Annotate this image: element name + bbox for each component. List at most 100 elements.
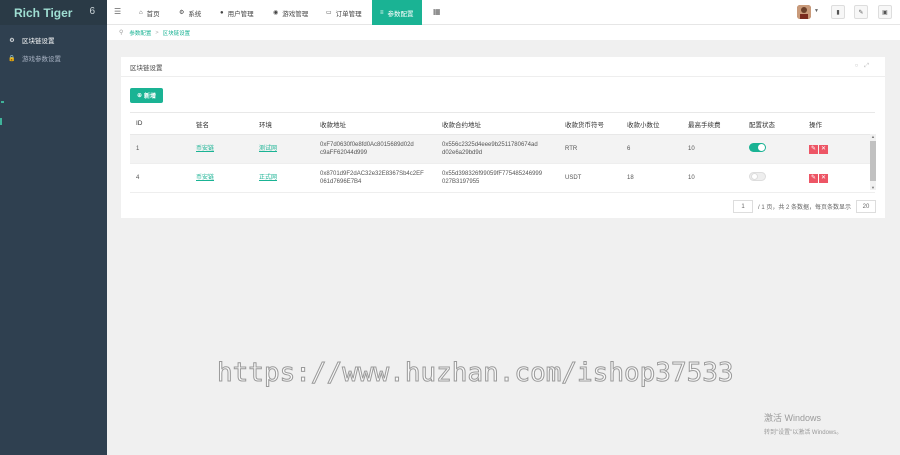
sidebar-item-label: 游戏参数设置 (22, 56, 61, 63)
menu-icon[interactable]: ☰ (114, 7, 122, 17)
column-header[interactable]: 配置状态 (743, 112, 803, 135)
user-icon: ● (220, 9, 224, 16)
cell-decimals: 6 (621, 134, 682, 164)
close-icon: ✕ (820, 174, 827, 181)
sliders-icon: ≡ (380, 9, 384, 16)
env-link[interactable]: 正式网 (259, 175, 277, 181)
gamepad-icon: ◉ (273, 10, 279, 16)
cell-actions: ✎ ✕ (803, 134, 875, 164)
card-header: 区块链设置 ○⤢ (121, 57, 885, 77)
screen-icon: ▣ (882, 9, 888, 16)
column-header[interactable]: 最高手续费 (682, 112, 743, 135)
edit-button[interactable]: ✎ (809, 173, 818, 183)
contract-part: 027B3197955 (442, 179, 480, 185)
nav-label: 首页 (146, 10, 160, 18)
nav-item-home[interactable]: ⌂ 首页 (139, 0, 160, 25)
cell-status (743, 163, 803, 193)
env-link[interactable]: 测试网 (259, 146, 277, 152)
nav-label: 订单管理 (335, 10, 362, 18)
nav-item-games[interactable]: ◉ 游戏管理 (273, 0, 308, 25)
pencil-icon: ✎ (810, 145, 817, 152)
cell-fee: 10 (682, 134, 743, 164)
card-title: 区块链设置 (130, 64, 163, 72)
chain-link[interactable]: 币安链 (196, 146, 214, 152)
screen-button[interactable]: ▣ (878, 5, 892, 19)
home-icon: ⌂ (139, 9, 143, 16)
contract-part: d02e6a29bd9d (442, 150, 483, 156)
nav-item-orders[interactable]: ▭ 订单管理 (326, 0, 362, 25)
column-header[interactable]: 收款合约地址 (436, 112, 559, 135)
add-label: 新增 (144, 94, 157, 100)
edit-icon: ✎ (858, 9, 864, 16)
delete-button[interactable]: ✕ (819, 173, 828, 183)
fullscreen-icon[interactable]: ⤢ (864, 63, 875, 69)
page-input[interactable]: 1 (732, 200, 753, 213)
table-header-row: ID 链名 环境 收款地址 收款合约地址 收款货币符号 收款小数位 最高手续费 … (130, 112, 875, 135)
sidebar-item-blockchain[interactable]: ⚙ 区块链设置 (0, 31, 107, 49)
trash-button[interactable]: ▮ (831, 5, 845, 19)
nav-item-params[interactable]: ≡ 参数配置 (372, 0, 422, 25)
cell-address: 0xF7d0630f0e8fd0Ac8015689d02d c9aFF62044d… (314, 134, 436, 164)
scroll-down-icon[interactable]: ▼ (870, 185, 876, 190)
nav-item-system[interactable]: ⚙ 系统 (179, 0, 201, 25)
pagination: 1 / 1 页，共 2 条数据，每页条数显示 20 (732, 200, 876, 213)
address-part: c9aFF62044d999 (320, 150, 368, 156)
cell-symbol: USDT (559, 163, 621, 193)
nav-item-users[interactable]: ● 用户管理 (220, 0, 254, 25)
gear-icon: ⚙ (9, 37, 15, 44)
location-icon: ⚲ (119, 30, 124, 36)
edit-button[interactable]: ✎ (809, 144, 818, 154)
avatar[interactable] (797, 5, 811, 19)
sidebar-item-label: 区块链设置 (22, 38, 55, 45)
cell-id: 4 (130, 163, 190, 193)
page-size-input[interactable]: 20 (856, 200, 876, 213)
table-row[interactable]: 4 币安链 正式网 0x8701d9F2dAC32e32E8367Sb4c2EF… (130, 163, 875, 193)
column-header[interactable]: 收款地址 (314, 112, 436, 135)
sidebar: Rich Tiger 6 ⚙ 区块链设置 🔒 游戏参数设置 (0, 0, 107, 455)
table-scrollbar[interactable]: ▲ ▼ (870, 134, 876, 190)
cell-id: 1 (130, 134, 190, 164)
status-toggle[interactable] (749, 172, 766, 181)
refresh-icon[interactable]: ○ (855, 63, 865, 69)
sidebar-marker (0, 118, 2, 125)
add-button[interactable]: ⊕ 新增 (130, 88, 163, 103)
nav-label: 系统 (188, 10, 202, 18)
card-tools: ○⤢ (855, 63, 875, 70)
scroll-thumb[interactable] (870, 141, 876, 181)
delete-button[interactable]: ✕ (819, 144, 828, 154)
cell-contract: 0x556c2325d4eee9b2511780674ad d02e6a29bd9… (436, 134, 559, 164)
nav-label: 参数配置 (387, 10, 414, 18)
activation-title: 激活 Windows (764, 413, 822, 423)
cell-fee: 10 (682, 163, 743, 193)
breadcrumb-separator: > (155, 29, 159, 36)
column-header[interactable]: 链名 (190, 112, 253, 135)
column-header[interactable]: 收款货币符号 (559, 112, 621, 135)
column-header[interactable]: 收款小数位 (621, 112, 682, 135)
app-version: 6 (89, 6, 95, 17)
sidebar-item-game-params[interactable]: 🔒 游戏参数设置 (0, 49, 107, 67)
cell-chain: 币安链 (190, 163, 253, 193)
cell-status (743, 134, 803, 164)
sidebar-marker (1, 101, 4, 103)
edit-button[interactable]: ✎ (854, 5, 868, 19)
breadcrumb: ⚲ 参数配置 > 区块链设置 (107, 25, 900, 40)
watermark: https://www.huzhan.com/ishop37533 (217, 358, 735, 389)
apps-icon[interactable]: ▦ (433, 7, 441, 16)
column-header[interactable]: 环境 (253, 112, 314, 135)
cell-symbol: RTR (559, 134, 621, 164)
breadcrumb-item[interactable]: 参数配置 (129, 29, 151, 37)
status-toggle[interactable] (749, 143, 766, 152)
cell-decimals: 18 (621, 163, 682, 193)
chevron-down-icon[interactable]: ▼ (814, 8, 819, 14)
column-header[interactable]: ID (130, 112, 190, 135)
breadcrumb-item[interactable]: 区块链设置 (163, 29, 191, 37)
scroll-up-icon[interactable]: ▲ (870, 134, 876, 139)
address-part: 061d7696E7B4 (320, 179, 362, 185)
logo[interactable]: Rich Tiger 6 (0, 0, 107, 25)
lock-icon: 🔒 (8, 55, 16, 62)
cell-env: 正式网 (253, 163, 314, 193)
table-row[interactable]: 1 币安链 测试网 0xF7d0630f0e8fd0Ac8015689d02d c… (130, 134, 875, 164)
column-header[interactable]: 操作 (803, 112, 875, 135)
address-part: 0x8701d9F2dAC32e32E8367Sb4c2EF (320, 171, 424, 177)
chain-link[interactable]: 币安链 (196, 175, 214, 181)
